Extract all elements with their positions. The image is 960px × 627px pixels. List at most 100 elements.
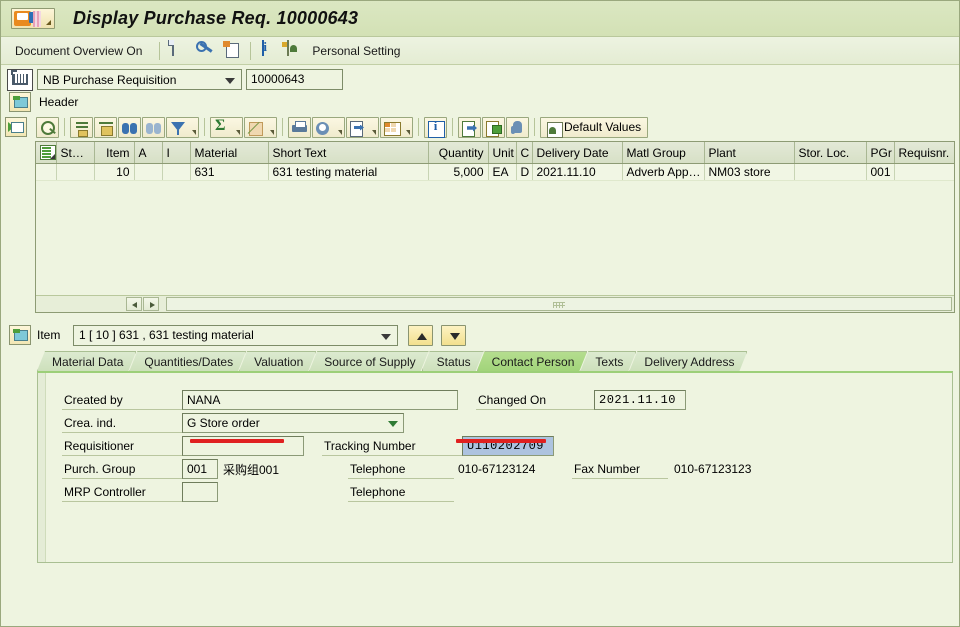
details-button[interactable] [36, 116, 59, 138]
application-toolbar: Document Overview On Personal Setting [1, 37, 959, 65]
tab-quantities-dates[interactable]: Quantities/Dates [129, 351, 246, 371]
total-button[interactable] [210, 116, 243, 138]
find-next-button[interactable] [142, 116, 165, 138]
cell-stor-loc [794, 163, 867, 181]
telephone-value: 010-67123124 [458, 462, 536, 476]
print-preview-button[interactable] [312, 116, 345, 138]
export-button[interactable] [346, 116, 379, 138]
tab-material-data[interactable]: Material Data [37, 351, 136, 371]
sort-ascending-button[interactable] [70, 116, 93, 138]
chevron-down-icon [372, 129, 376, 135]
tracking-number-label: Tracking Number [322, 437, 462, 456]
changed-on-input[interactable]: 2021.11.10 [594, 390, 686, 410]
mrp-controller-input[interactable] [182, 482, 218, 502]
sap-session-icon[interactable] [11, 8, 55, 29]
personal-setting-icon[interactable] [286, 39, 306, 61]
cell-c: D [516, 163, 533, 181]
column-header-short-text[interactable]: Short Text [268, 142, 429, 164]
column-header-c[interactable]: C [516, 142, 533, 164]
item-select[interactable]: 1 [ 10 ] 631 , 631 testing material [73, 324, 398, 346]
annotation-underline-requisitioner [190, 439, 284, 443]
column-header-delivery-date[interactable]: Delivery Date [532, 142, 623, 164]
column-header-unit[interactable]: Unit [488, 142, 517, 164]
cell-requisnr [894, 163, 954, 181]
column-header-i[interactable]: I [162, 142, 191, 164]
column-header-requisnr[interactable]: Requisnr. [894, 142, 954, 164]
layout-button[interactable] [380, 116, 413, 138]
cell-delivery-date: 2021.11.10 [532, 163, 623, 181]
mrp-controller-label: MRP Controller [62, 483, 182, 502]
created-by-label: Created by [62, 391, 182, 410]
chevron-down-icon [236, 129, 240, 135]
lock-button[interactable] [482, 116, 505, 138]
crea-ind-select[interactable]: G Store order [182, 413, 404, 433]
column-header-item[interactable]: Item [94, 142, 135, 164]
subtotal-button[interactable] [244, 116, 277, 138]
arrow-up-icon [417, 332, 427, 340]
info-button[interactable] [424, 116, 447, 138]
column-header-plant[interactable]: Plant [704, 142, 795, 164]
row-select-cell[interactable] [36, 163, 57, 181]
created-by-input[interactable]: NANA [182, 390, 458, 410]
next-item-button[interactable] [441, 324, 466, 346]
scroll-right-button[interactable] [143, 297, 159, 311]
item-detail-expand-icon[interactable] [9, 325, 31, 345]
document-number-input[interactable]: 10000643 [246, 69, 343, 90]
form-row-mrp-controller: MRP Controller Telephone [62, 481, 952, 503]
tab-valuation[interactable]: Valuation [239, 351, 316, 371]
scroll-grip-icon[interactable] [553, 302, 565, 308]
grid-select-all-header[interactable] [36, 142, 57, 164]
crea-ind-label: Crea. ind. [62, 414, 182, 433]
tab-contact-person[interactable]: Contact Person [477, 351, 588, 371]
requisitioner-label: Requisitioner [62, 437, 182, 456]
page-title: Display Purchase Req. 10000643 [73, 8, 359, 28]
tab-texts[interactable]: Texts [580, 351, 636, 371]
document-overview-button[interactable]: Document Overview On [7, 42, 150, 60]
new-document-icon[interactable] [169, 39, 189, 61]
grid-toolbar: Default Values [3, 115, 957, 139]
crea-ind-value: G Store order [187, 416, 260, 430]
doc-overview-button[interactable] [458, 116, 481, 138]
personal-setting-button[interactable]: Personal Setting [312, 42, 408, 60]
sort-descending-button[interactable] [94, 116, 117, 138]
display-change-icon[interactable] [195, 41, 215, 61]
other-purchase-requisition-icon[interactable] [221, 41, 241, 61]
default-values-button[interactable]: Default Values [540, 116, 649, 138]
column-header-material[interactable]: Material [190, 142, 269, 164]
item-overview-expand-icon[interactable] [5, 117, 27, 137]
column-header-quantity[interactable]: Quantity [428, 142, 489, 164]
document-type-select[interactable]: NB Purchase Requisition [37, 69, 242, 90]
column-header-a[interactable]: A [134, 142, 163, 164]
horizontal-scrollbar[interactable] [36, 295, 954, 312]
chevron-down-icon [381, 333, 391, 340]
purch-group-input[interactable]: 001 [182, 459, 218, 479]
column-header-st[interactable]: St… [56, 142, 95, 164]
form-row-created-by: Created by NANA Changed On 2021.11.10 [62, 389, 952, 411]
header-expand-icon[interactable] [9, 92, 31, 112]
chevron-down-icon [388, 421, 398, 427]
table-row[interactable]: 10 631 631 testing material 5,000 EA D 2… [36, 163, 954, 181]
tab-delivery-address[interactable]: Delivery Address [629, 351, 747, 371]
previous-item-button[interactable] [408, 324, 433, 346]
default-values-icon [544, 119, 563, 138]
document-type-value: NB Purchase Requisition [43, 72, 177, 87]
find-button[interactable] [118, 116, 141, 138]
form-row-purch-group: Purch. Group 001 采购组001 Telephone 010-67… [62, 458, 952, 480]
info-icon[interactable] [260, 39, 280, 61]
column-header-pgr[interactable]: PGr [866, 142, 895, 164]
filter-button[interactable] [166, 116, 199, 138]
scroll-left-button[interactable] [126, 297, 142, 311]
cell-i [162, 163, 191, 181]
tab-status[interactable]: Status [422, 351, 484, 371]
purch-group-label: Purch. Group [62, 460, 182, 479]
chevron-down-icon [225, 78, 235, 84]
column-header-matl-group[interactable]: Matl Group [622, 142, 705, 164]
tab-source-of-supply[interactable]: Source of Supply [309, 351, 428, 371]
print-button[interactable] [288, 116, 311, 138]
column-header-stor-loc[interactable]: Stor. Loc. [794, 142, 867, 164]
table-settings-icon[interactable] [40, 145, 55, 160]
scroll-track[interactable] [166, 297, 952, 311]
item-grid: St… Item A I Material Short Text Quantit… [36, 142, 954, 181]
hold-button[interactable] [506, 116, 529, 138]
shopping-cart-icon[interactable] [7, 68, 33, 91]
